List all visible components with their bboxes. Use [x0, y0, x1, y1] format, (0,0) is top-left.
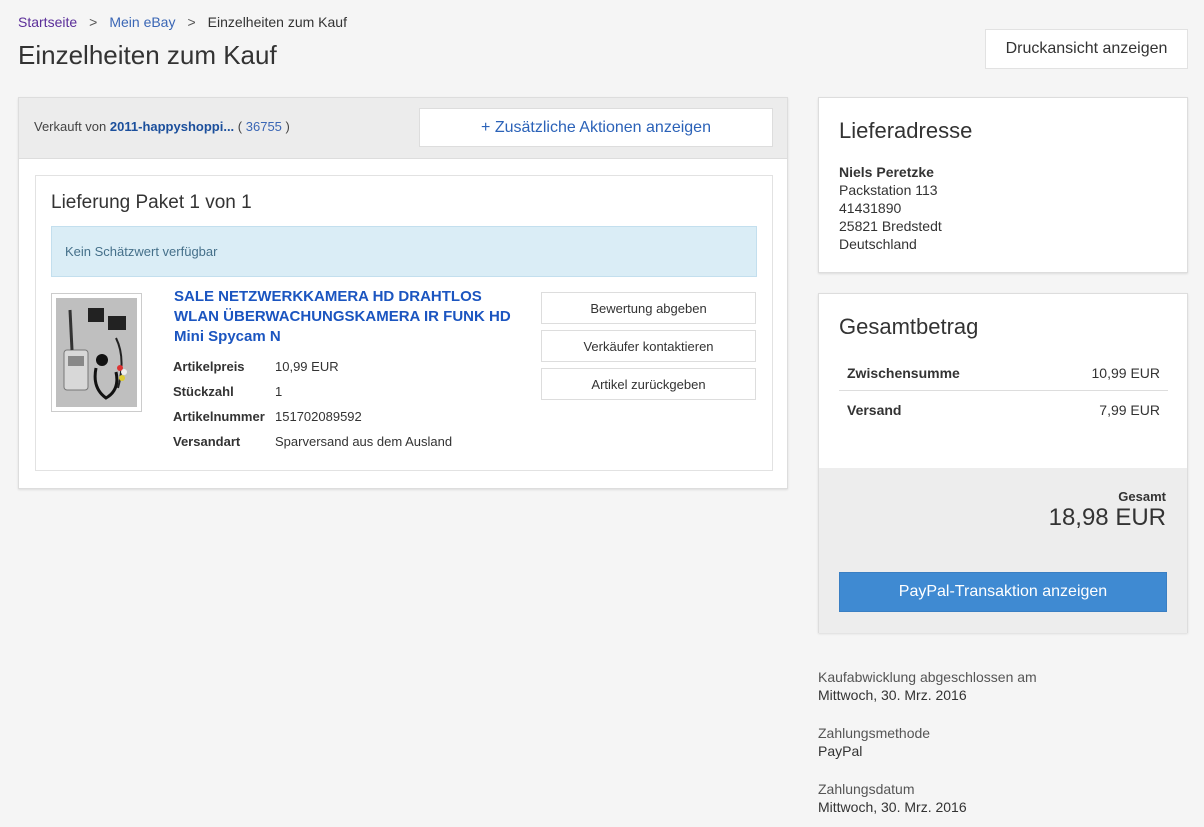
package-title: Lieferung Paket 1 von 1 [51, 192, 252, 213]
detail-label: Versandart [173, 434, 241, 449]
shipping-cost-value: 7,99 EUR [1099, 401, 1160, 418]
detail-label: Artikelnummer [173, 409, 265, 424]
breadcrumb-separator: > [187, 14, 196, 30]
subtotal-label: Zwischensumme [847, 364, 960, 381]
payment-date-info: Zahlungsdatum Mittwoch, 30. Mrz. 2016 [818, 780, 967, 816]
detail-row: Versandart Sparversand aus dem Ausland [173, 429, 452, 454]
leave-feedback-button[interactable]: Bewertung abgeben [541, 292, 756, 324]
grand-total-value: 18,98 EUR [1048, 504, 1166, 531]
sold-by-label: Verkauft von [34, 119, 107, 134]
order-panel: Verkauft von 2011-happyshoppi... ( 36755… [18, 97, 788, 489]
breadcrumb-separator: > [89, 14, 98, 30]
recipient-name: Niels Peretzke [839, 164, 934, 180]
breadcrumb-current: Einzelheiten zum Kauf [207, 14, 347, 30]
grand-total-section: Gesamt 18,98 EUR PayPal-Transaktion anze… [819, 468, 1187, 633]
item-title-link[interactable]: SALE NETZWERKKAMERA HD DRAHTLOS WLAN ÜBE… [174, 287, 524, 347]
grand-total-label: Gesamt [1118, 489, 1166, 504]
print-view-button[interactable]: Druckansicht anzeigen [985, 29, 1188, 69]
address-line: 25821 Bredstedt [839, 218, 942, 234]
seller-feedback-score-link[interactable]: 36755 [246, 119, 282, 134]
detail-row: Artikelpreis 10,99 EUR [173, 354, 452, 379]
checkout-completed-label: Kaufabwicklung abgeschlossen am [818, 669, 1037, 685]
detail-value: 1 [275, 384, 283, 399]
payment-method-label: Zahlungsmethode [818, 725, 931, 741]
shipping-address: Niels Peretzke Packstation 113 41431890 … [839, 163, 942, 253]
shipping-cost-row: Versand 7,99 EUR [839, 391, 1168, 428]
address-line: 41431890 [839, 200, 902, 216]
detail-row: Artikelnummer 151702089592 [173, 404, 452, 429]
detail-row: Stückzahl 1 [173, 379, 452, 404]
more-actions-button[interactable]: + Zusätzliche Aktionen anzeigen [419, 108, 773, 147]
breadcrumb-my-ebay-link[interactable]: Mein eBay [109, 14, 175, 30]
order-total-heading: Gesamtbetrag [839, 314, 979, 339]
checkout-completed-value: Mittwoch, 30. Mrz. 2016 [818, 687, 967, 703]
subtotal-row: Zwischensumme 10,99 EUR [839, 354, 1168, 391]
payment-date-label: Zahlungsdatum [818, 781, 915, 797]
shipping-address-heading: Lieferadresse [839, 118, 973, 143]
contact-seller-button[interactable]: Verkäufer kontaktieren [541, 330, 756, 362]
breadcrumb-home-link[interactable]: Startseite [18, 14, 77, 30]
shipping-address-panel: Lieferadresse Niels Peretzke Packstation… [818, 97, 1188, 273]
shipping-cost-label: Versand [847, 401, 902, 418]
payment-method-value: PayPal [818, 743, 863, 759]
payment-date-value: Mittwoch, 30. Mrz. 2016 [818, 799, 967, 815]
breadcrumb: Startseite > Mein eBay > Einzelheiten zu… [18, 14, 347, 30]
payment-method-info: Zahlungsmethode PayPal [818, 724, 930, 760]
detail-value: 10,99 EUR [275, 359, 339, 374]
detail-value: Sparversand aus dem Ausland [275, 434, 453, 449]
address-country: Deutschland [839, 236, 917, 252]
order-header: Verkauft von 2011-happyshoppi... ( 36755… [19, 98, 787, 159]
camera-product-image [56, 298, 137, 407]
item-details: Artikelpreis 10,99 EUR Stückzahl 1 Artik… [173, 354, 452, 454]
order-total-panel: Gesamtbetrag Zwischensumme 10,99 EUR Ver… [818, 293, 1188, 633]
address-line: Packstation 113 [839, 182, 938, 198]
seller-score-open: ( [237, 119, 243, 134]
package-box: Lieferung Paket 1 von 1 Kein Schätzwert … [35, 175, 773, 471]
detail-value: 151702089592 [275, 409, 362, 424]
seller-line: Verkauft von 2011-happyshoppi... ( 36755… [34, 119, 290, 134]
checkout-completed-info: Kaufabwicklung abgeschlossen am Mittwoch… [818, 668, 1037, 704]
return-item-button[interactable]: Artikel zurückgeben [541, 368, 756, 400]
item-thumbnail[interactable] [51, 293, 142, 412]
estimate-notice: Kein Schätzwert verfügbar [51, 226, 757, 277]
detail-label: Stückzahl [173, 384, 234, 399]
seller-score-close: ) [285, 119, 290, 134]
page-title: Einzelheiten zum Kauf [18, 40, 277, 70]
view-paypal-transaction-button[interactable]: PayPal-Transaktion anzeigen [839, 572, 1167, 612]
seller-name-link[interactable]: 2011-happyshoppi... [110, 119, 234, 134]
subtotal-value: 10,99 EUR [1091, 364, 1160, 381]
detail-label: Artikelpreis [173, 359, 245, 374]
